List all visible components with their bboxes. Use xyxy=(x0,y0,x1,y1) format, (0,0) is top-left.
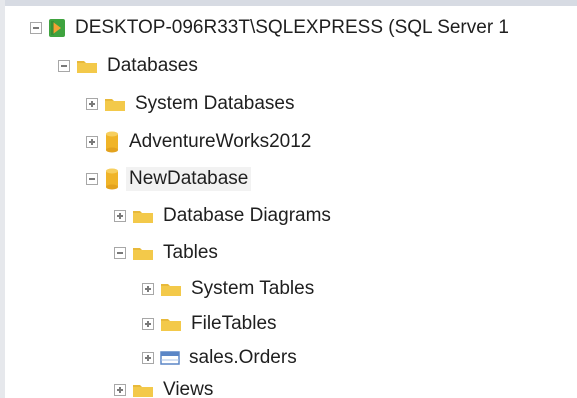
tree-node-databases[interactable]: Databases xyxy=(58,48,201,84)
filetables-label: FileTables xyxy=(191,313,277,334)
database-diagrams-label: Database Diagrams xyxy=(163,205,331,226)
adventureworks-label: AdventureWorks2012 xyxy=(129,131,312,152)
newdatabase-label: NewDatabase xyxy=(126,167,252,191)
tree-node-system-databases[interactable]: System Databases xyxy=(86,86,297,122)
expand-toggle-icon[interactable] xyxy=(114,384,126,396)
collapse-toggle-icon[interactable] xyxy=(86,173,98,185)
expand-toggle-icon[interactable] xyxy=(86,98,98,110)
databases-label: Databases xyxy=(107,55,198,76)
folder-icon xyxy=(160,316,182,332)
folder-icon xyxy=(132,382,154,398)
tree-node-newdatabase[interactable]: NewDatabase xyxy=(86,161,252,197)
expand-toggle-icon[interactable] xyxy=(86,136,98,148)
tree-node-adventureworks[interactable]: AdventureWorks2012 xyxy=(86,124,314,160)
tree-node-filetables[interactable]: FileTables xyxy=(142,306,280,342)
system-databases-label: System Databases xyxy=(135,93,295,114)
tree-node-server[interactable]: DESKTOP-096R33T\SQLEXPRESS (SQL Server 1 xyxy=(30,10,512,46)
tree-node-sales-orders[interactable]: sales.Orders xyxy=(142,340,300,376)
database-icon xyxy=(104,131,120,153)
server-label: DESKTOP-096R33T\SQLEXPRESS (SQL Server 1 xyxy=(75,17,510,38)
expand-toggle-icon[interactable] xyxy=(114,210,126,222)
tree-node-database-diagrams[interactable]: Database Diagrams xyxy=(114,198,334,234)
tree-node-tables[interactable]: Tables xyxy=(114,235,221,271)
views-label: Views xyxy=(163,379,214,398)
tree-node-views[interactable]: Views xyxy=(114,372,216,398)
object-explorer-tree: DESKTOP-096R33T\SQLEXPRESS (SQL Server 1… xyxy=(0,0,577,398)
folder-icon xyxy=(132,245,154,261)
sales-orders-label: sales.Orders xyxy=(189,347,297,368)
folder-icon xyxy=(104,96,126,112)
database-icon xyxy=(104,168,120,190)
table-icon xyxy=(160,350,180,366)
collapse-toggle-icon[interactable] xyxy=(58,60,70,72)
tables-label: Tables xyxy=(163,242,218,263)
folder-icon xyxy=(76,58,98,74)
folder-icon xyxy=(132,208,154,224)
expand-toggle-icon[interactable] xyxy=(142,318,154,330)
expand-toggle-icon[interactable] xyxy=(142,352,154,364)
folder-icon xyxy=(160,281,182,297)
server-icon xyxy=(48,18,66,38)
system-tables-label: System Tables xyxy=(191,278,315,299)
collapse-toggle-icon[interactable] xyxy=(114,247,126,259)
collapse-toggle-icon[interactable] xyxy=(30,22,42,34)
tree-node-system-tables[interactable]: System Tables xyxy=(142,271,317,307)
expand-toggle-icon[interactable] xyxy=(142,283,154,295)
